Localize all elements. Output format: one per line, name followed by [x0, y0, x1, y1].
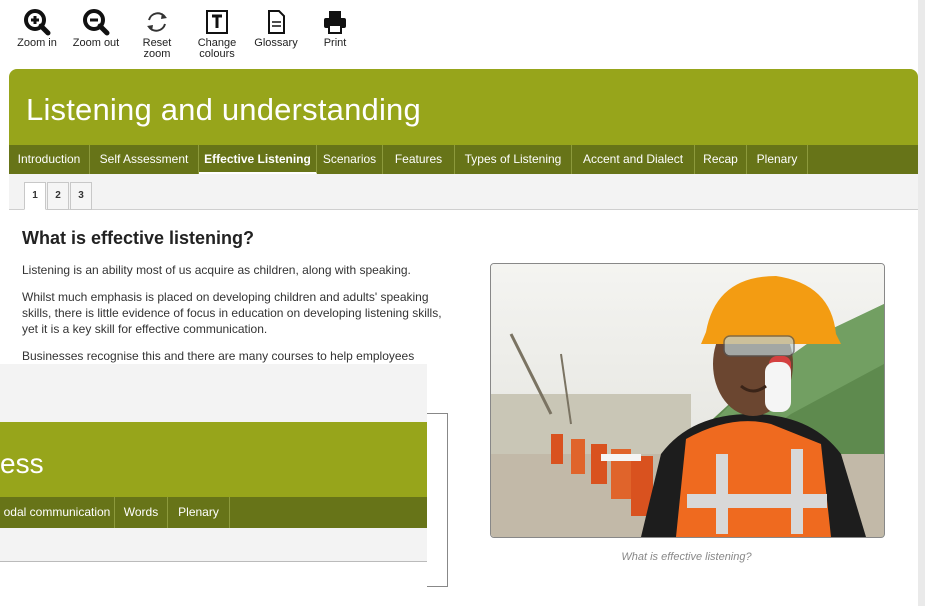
page-title: Listening and understanding: [26, 92, 421, 127]
page-banner: Listening and understanding: [9, 69, 918, 145]
page-tab-3[interactable]: 3: [70, 182, 92, 210]
print-icon: [324, 11, 346, 34]
page-tab-1[interactable]: 1: [24, 182, 46, 210]
glossary-label: Glossary: [254, 37, 298, 49]
zoom-out-label: Zoom out: [72, 37, 120, 49]
nav-tab-effective-listening[interactable]: Effective Listening: [199, 145, 317, 174]
glossary-button[interactable]: Glossary: [250, 8, 302, 49]
content-paragraph: Businesses recognise this and there are …: [22, 349, 415, 363]
nav-tab-introduction[interactable]: Introduction: [9, 145, 90, 174]
nav-tab-accent-and-dialect[interactable]: Accent and Dialect: [572, 145, 695, 174]
lesson-image: [490, 263, 885, 538]
scrollbar-track[interactable]: [918, 0, 925, 606]
page-pagination: 1 2 3: [9, 174, 918, 210]
print-label: Print: [323, 37, 347, 49]
change-colours-icon: [206, 10, 228, 34]
overlay-title: ess: [0, 448, 44, 479]
change-colours-label: Change colours: [197, 37, 237, 60]
overlay-body: [0, 562, 427, 606]
toolbar: Zoom in Zoom out Reset zoom Change colou…: [0, 0, 925, 68]
zoom-out-icon: [83, 9, 110, 36]
nav-tab-features[interactable]: Features: [383, 145, 455, 174]
worker-photo: [491, 264, 884, 537]
overlay-toolbar-area: [0, 364, 427, 422]
reset-zoom-icon: [147, 12, 167, 32]
zoom-out-button[interactable]: Zoom out: [66, 8, 126, 49]
overlay-banner: ess: [0, 422, 427, 497]
glossary-icon: [268, 10, 285, 34]
lesson-content: What is effective listening? Listening i…: [22, 228, 452, 375]
reset-zoom-button[interactable]: Reset zoom: [135, 8, 179, 60]
overlay-nav: odal communication Words Plenary: [0, 497, 427, 528]
zoom-in-icon: [24, 9, 51, 36]
overlay-subnav: [0, 528, 427, 562]
nav-tab-recap[interactable]: Recap: [695, 145, 747, 174]
print-button[interactable]: Print: [318, 8, 352, 49]
content-heading: What is effective listening?: [22, 228, 255, 248]
lesson-nav: Introduction Self Assessment Effective L…: [9, 145, 918, 174]
content-paragraph: Whilst much emphasis is placed on develo…: [22, 290, 442, 336]
nav-tab-scenarios[interactable]: Scenarios: [317, 145, 383, 174]
overlay-nav-tab-words[interactable]: Words: [115, 497, 168, 528]
change-colours-button[interactable]: Change colours: [192, 8, 242, 60]
nav-tab-plenary[interactable]: Plenary: [747, 145, 808, 174]
content-paragraph: Listening is an ability most of us acqui…: [22, 263, 411, 277]
overlapping-window[interactable]: ess odal communication Words Plenary: [0, 364, 448, 606]
overlay-nav-tab-modal-communication[interactable]: odal communication: [0, 497, 115, 528]
nav-tab-self-assessment[interactable]: Self Assessment: [90, 145, 199, 174]
image-caption: What is effective listening?: [621, 551, 752, 563]
zoom-in-button[interactable]: Zoom in: [14, 8, 60, 49]
zoom-in-label: Zoom in: [17, 37, 57, 49]
reset-zoom-label: Reset zoom: [142, 37, 172, 60]
page-tab-2[interactable]: 2: [47, 182, 69, 210]
overlay-nav-tab-plenary[interactable]: Plenary: [168, 497, 230, 528]
nav-tab-types-of-listening[interactable]: Types of Listening: [455, 145, 572, 174]
